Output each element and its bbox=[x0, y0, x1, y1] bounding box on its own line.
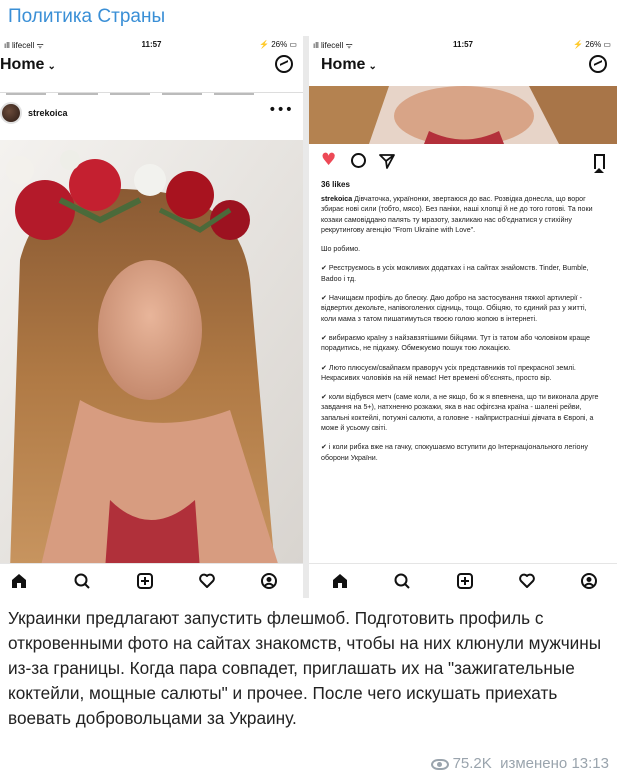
home-feed-title: Home ⌄ bbox=[321, 56, 377, 74]
caption-intro: strekoica Дівчаточка, українонки, зверта… bbox=[321, 194, 603, 235]
activity-heart-icon[interactable] bbox=[518, 572, 536, 590]
home-icon[interactable] bbox=[331, 572, 349, 590]
phone-screenshot-left: ıll lifecell ᯤ 11:57 ⚡ 26% ▭ Home ⌄ strek… bbox=[0, 36, 303, 598]
activity-heart-icon[interactable] bbox=[198, 572, 216, 590]
ig-bottom-nav bbox=[309, 563, 617, 598]
caption-intro-text: Дівчаточка, українонки, звертаюся до вас… bbox=[321, 195, 593, 234]
search-icon[interactable] bbox=[73, 572, 91, 590]
views-count: 75.2K bbox=[452, 755, 492, 772]
caption-username[interactable]: strekoica bbox=[321, 195, 352, 203]
new-post-icon[interactable] bbox=[456, 572, 474, 590]
post-meta: 75.2K изменено 13:13 bbox=[430, 755, 609, 772]
post-time: 13:13 bbox=[571, 755, 609, 772]
caption-item: ✔ вибираємо країну з найзавзятішими бійц… bbox=[321, 333, 590, 353]
bookmark-icon[interactable] bbox=[594, 154, 605, 173]
post-header: strekoica ••• bbox=[0, 96, 303, 132]
ig-header: Home ⌄ bbox=[309, 52, 617, 80]
chevron-down-icon: ⌄ bbox=[368, 61, 377, 72]
messenger-icon bbox=[589, 55, 607, 73]
home-feed-title: Home ⌄ bbox=[0, 56, 56, 74]
home-label: Home bbox=[321, 56, 366, 73]
post-photo-cropped bbox=[309, 86, 617, 144]
ig-bottom-nav bbox=[0, 563, 303, 598]
post-photo bbox=[0, 140, 303, 570]
status-bar: ıll lifecell ᯤ 11:57 ⚡ 26% ▭ bbox=[0, 38, 303, 52]
post-caption: strekoica Дівчаточка, українонки, зверта… bbox=[321, 194, 603, 472]
profile-icon[interactable] bbox=[260, 572, 278, 590]
status-bar: ıll lifecell ᯤ 11:57 ⚡ 26% ▭ bbox=[309, 38, 617, 52]
messenger-icon bbox=[275, 55, 293, 73]
post-actions: ♥ bbox=[309, 150, 617, 173]
chevron-down-icon: ⌄ bbox=[47, 61, 56, 72]
post-username: strekoica bbox=[28, 108, 68, 118]
search-icon[interactable] bbox=[393, 572, 411, 590]
views-eye-icon bbox=[430, 758, 449, 770]
avatar bbox=[0, 102, 22, 124]
caption-what-we-do: Шо робимо. bbox=[321, 245, 361, 254]
post-text: Украинки предлагают запустить флешмоб. П… bbox=[8, 608, 602, 728]
channel-title[interactable]: Политика Страны bbox=[8, 6, 165, 28]
comment-icon[interactable] bbox=[351, 153, 366, 168]
new-post-icon[interactable] bbox=[136, 572, 154, 590]
caption-item: ✔ Реєструємось в усіх можливих додатках … bbox=[321, 264, 589, 283]
caption-item: ✔ Люто плюсуєм/свайпаєм праворуч усіх пр… bbox=[321, 363, 576, 382]
more-options-icon: ••• bbox=[268, 102, 293, 118]
post-image[interactable]: ıll lifecell ᯤ 11:57 ⚡ 26% ▭ Home ⌄ strek… bbox=[0, 36, 617, 598]
phone-screenshot-right: ıll lifecell ᯤ 11:57 ⚡ 26% ▭ Home ⌄ ♥ 36 … bbox=[309, 36, 617, 598]
heart-filled-icon[interactable]: ♥ bbox=[321, 152, 339, 169]
home-icon[interactable] bbox=[10, 572, 28, 590]
edited-label: изменено bbox=[500, 755, 568, 772]
caption-item: ✔ коли відбувся метч (саме коли, а не як… bbox=[321, 393, 599, 433]
home-label: Home bbox=[0, 56, 45, 73]
stories-strip bbox=[0, 80, 303, 95]
caption-item: ✔ Начищаєм профіль до блеску. Даю добро … bbox=[321, 294, 587, 323]
clock: 11:57 bbox=[452, 40, 474, 49]
caption-item: ✔ і коли рибка вже на гачку, спокушаємо … bbox=[321, 443, 588, 462]
battery-label: ⚡ 26% ▭ bbox=[573, 40, 611, 49]
battery-label: ⚡ 26% ▭ bbox=[259, 40, 297, 49]
profile-icon[interactable] bbox=[580, 572, 598, 590]
likes-count[interactable]: 36 likes bbox=[321, 180, 350, 189]
share-icon[interactable] bbox=[379, 153, 395, 169]
clock: 11:57 bbox=[141, 40, 162, 49]
ig-header: Home ⌄ bbox=[0, 52, 303, 80]
